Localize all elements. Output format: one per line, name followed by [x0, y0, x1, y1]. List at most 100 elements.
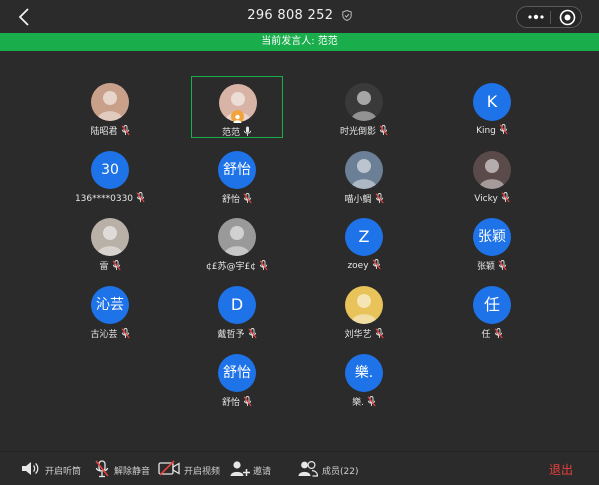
participant-name-row: King [446, 124, 538, 136]
participant-name: 张颖 [476, 262, 495, 272]
avatar-initials: 舒怡 [218, 151, 256, 189]
exit-button[interactable]: 退出 [549, 461, 573, 478]
participant-name-row: 舒怡 [191, 192, 283, 205]
meeting-id-text: 296 808 252 [247, 8, 334, 23]
participant-name: 136****0330 [74, 194, 134, 204]
participant-tile[interactable]: D 戴哲予 [191, 279, 283, 341]
avatar-initials: Z [345, 218, 383, 256]
microphone-muted-icon [243, 193, 252, 204]
record-target-icon[interactable] [559, 9, 576, 26]
participant-tile[interactable]: 任任 [446, 279, 538, 341]
participant-tile[interactable]: 雷 [64, 211, 156, 273]
participant-name: 时光倒影 [339, 127, 376, 137]
avatar-photo [345, 151, 383, 189]
microphone-muted-icon [121, 125, 130, 136]
speaker-button[interactable]: 开启听筒 [20, 452, 84, 485]
participant-name: 舒怡 [221, 195, 240, 205]
microphone-muted-icon [112, 260, 121, 271]
participant-name: King [476, 126, 496, 136]
participant-name-row: 范范 [192, 125, 282, 138]
avatar-initials: 任 [473, 286, 511, 324]
participant-tile[interactable]: Vicky [446, 144, 538, 206]
participant-name-row: Vicky [446, 192, 538, 204]
avatar-photo [345, 83, 383, 121]
microphone-muted-icon [259, 260, 268, 271]
microphone-muted-icon [499, 124, 508, 135]
participant-name: 雷 [99, 262, 109, 272]
microphone-muted-icon [372, 259, 381, 270]
avatar-initials: 樂. [345, 354, 383, 392]
participant-tile[interactable]: 舒怡 舒怡 [191, 347, 283, 409]
participant-tile[interactable]: 30 136****0330 [64, 144, 156, 206]
participant-name: Vicky [474, 194, 498, 204]
participant-name-row: 张颖 [446, 259, 538, 272]
microphone-muted-icon [379, 125, 388, 136]
microphone-muted-icon [375, 193, 384, 204]
add-person-icon [230, 461, 250, 476]
participant-name-row: 时光倒影 [318, 124, 410, 137]
avatar-initials: 舒怡 [218, 354, 256, 392]
participant-name-row: 舒怡 [191, 395, 283, 408]
participant-name-row: 樂. [318, 395, 410, 408]
more-dots-icon[interactable] [526, 9, 546, 25]
participant-tile[interactable]: Zzoey [318, 211, 410, 273]
members-button[interactable]: 成员(22) [298, 452, 358, 485]
participant-tile[interactable]: ¢£苏@宇£¢ [191, 211, 283, 273]
bottom-toolbar: 开启听筒 解除静音 开启视频 邀请 成员(22) 退出 [0, 451, 599, 485]
capsule-divider [550, 11, 551, 24]
participant-name: 任 [481, 330, 491, 340]
participant-name: zoey [347, 261, 369, 271]
avatar-photo [218, 218, 256, 256]
participant-tile[interactable]: 陆昭君 [64, 76, 156, 138]
avatar-photo [91, 218, 129, 256]
participant-name: 樂. [352, 398, 364, 408]
video-button[interactable]: 开启视频 [158, 452, 222, 485]
participant-tile[interactable]: 沁芸 古沁芸 [64, 279, 156, 341]
participant-tile[interactable]: 范范 [191, 76, 283, 138]
participant-grid: 陆昭君 范范 时光倒影 K King 30 136****0330 舒怡 舒怡 喵小鲷 Vicky 雷… [0, 51, 599, 451]
microphone-muted-icon [243, 396, 252, 407]
microphone-muted-icon [136, 192, 145, 203]
speaker-icon [22, 462, 39, 475]
participant-tile[interactable]: 樂. 樂. [318, 347, 410, 409]
video-label: 开启视频 [184, 467, 221, 477]
participant-name-row: 戴哲予 [191, 327, 283, 340]
participant-tile[interactable]: 时光倒影 [318, 76, 410, 138]
participant-name: 范范 [221, 128, 240, 138]
participant-name: 戴哲予 [217, 330, 245, 340]
participant-name-row: ¢£苏@宇£¢ [191, 259, 283, 272]
microphone-muted-icon [367, 396, 376, 407]
microphone-muted-icon [498, 260, 507, 271]
participant-name: 舒怡 [221, 398, 240, 408]
microphone-muted-icon [95, 460, 109, 478]
participant-name: 刘华艺 [344, 330, 372, 340]
avatar-photo [91, 83, 129, 121]
unmute-label: 解除静音 [114, 467, 151, 477]
top-bar: 296 808 252 [0, 0, 599, 33]
members-icon [298, 460, 318, 477]
host-badge-icon [231, 110, 244, 123]
participant-name-row: 陆昭君 [64, 124, 156, 137]
participant-tile[interactable]: 张颖 张颖 [446, 211, 538, 273]
participant-name-row: 古沁芸 [64, 327, 156, 340]
participant-tile[interactable]: 喵小鲷 [318, 144, 410, 206]
participant-tile[interactable]: K King [446, 76, 538, 138]
microphone-muted-icon [501, 192, 510, 203]
avatar-initials: 张颖 [473, 218, 511, 256]
meeting-id: 296 808 252 [0, 8, 599, 23]
shield-icon [342, 10, 352, 21]
participant-name-row: zoey [318, 259, 410, 271]
speaker-label: 开启听筒 [45, 467, 82, 477]
avatar-photo [473, 151, 511, 189]
participant-name-row: 雷 [64, 259, 156, 272]
current-speaker-banner: 当前发言人: 范范 [0, 33, 599, 51]
microphone-icon [243, 126, 252, 136]
participant-name: 古沁芸 [90, 330, 118, 340]
invite-button[interactable]: 邀请 [230, 452, 278, 485]
unmute-button[interactable]: 解除静音 [94, 452, 158, 485]
avatar-initials: 沁芸 [91, 286, 129, 324]
participant-tile[interactable]: 刘华艺 [318, 279, 410, 341]
avatar-photo [345, 286, 383, 324]
participant-tile[interactable]: 舒怡 舒怡 [191, 144, 283, 206]
avatar-initials: 30 [91, 151, 129, 189]
